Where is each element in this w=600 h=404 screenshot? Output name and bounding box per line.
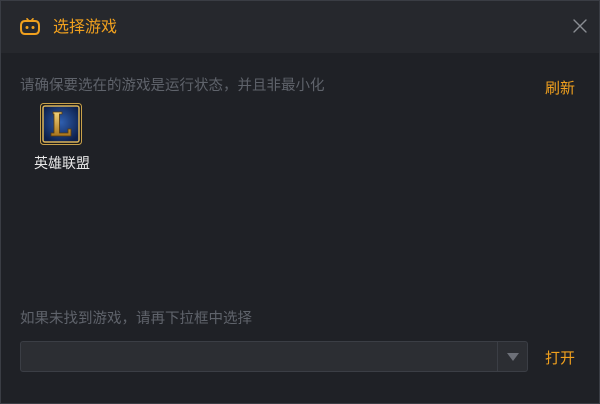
league-of-legends-logo-icon bbox=[40, 103, 82, 145]
game-select-dropdown[interactable] bbox=[20, 341, 528, 372]
game-label: 英雄联盟 bbox=[34, 156, 90, 172]
running-game-hint: 请确保要选在的游戏是运行状态，并且非最小化 bbox=[20, 78, 325, 94]
gamepad-icon bbox=[20, 18, 40, 36]
refresh-button[interactable]: 刷新 bbox=[545, 78, 575, 98]
game-item-league-of-legends[interactable]: 英雄联盟 bbox=[25, 101, 99, 177]
close-button[interactable] bbox=[571, 17, 589, 35]
close-icon bbox=[573, 19, 587, 33]
caret-down-icon bbox=[507, 353, 519, 361]
dialog-title: 选择游戏 bbox=[53, 17, 118, 36]
dropdown-arrow-button[interactable] bbox=[497, 342, 527, 371]
dropdown-hint: 如果未找到游戏，请再下拉框中选择 bbox=[20, 311, 252, 327]
select-game-dialog: 选择游戏 请确保要选在的游戏是运行状态，并且非最小化 刷新 英雄联盟 如果未找到… bbox=[0, 0, 600, 404]
title-bar: 选择游戏 bbox=[1, 1, 599, 53]
open-button[interactable]: 打开 bbox=[545, 348, 575, 368]
